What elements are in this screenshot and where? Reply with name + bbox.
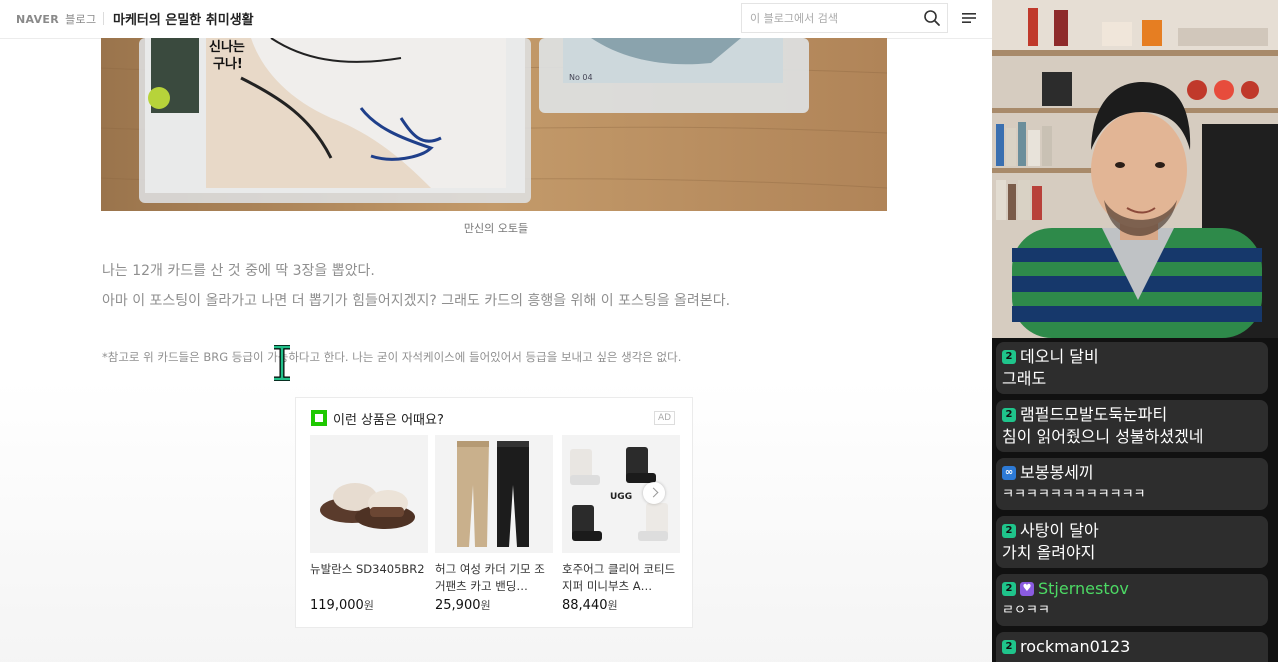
slipper-image: [310, 435, 428, 553]
pants-image: [435, 435, 553, 553]
product-price: 119,000원: [310, 597, 428, 613]
chat-text: 그래도: [1002, 369, 1047, 388]
product-name[interactable]: 허그 여성 카더 기모 조거팬츠 카고 밴딩…: [435, 561, 553, 595]
price-unit: 원: [607, 599, 618, 612]
photo-caption: 만신의 오토들: [463, 222, 529, 235]
header-divider: [103, 12, 104, 25]
post-note: *참고로 위 카드들은 BRG 등급이 가능하다고 한다. 나는 굳이 자석케이…: [102, 350, 682, 364]
chat-username[interactable]: 데오니 달비: [1020, 346, 1099, 368]
brand-mark: UGG: [610, 492, 632, 502]
subscriber-badge-icon: 2: [1002, 582, 1016, 596]
chat-message: 2 램펄드모발도둑눈파티 침이 읽어줬으니 성불하셨겠네: [996, 400, 1268, 452]
chat-text: 침이 읽어줬으니 성불하셨겠네: [1002, 427, 1204, 446]
blog-pane: NAVER 블로그 마케터의 은밀한 취미생활 이 블로그에서 검색 신나는 구…: [0, 0, 992, 662]
product-name[interactable]: 뉴발란스 SD3405BR2: [310, 561, 428, 595]
product-image[interactable]: [435, 435, 553, 553]
chat-text: 가치 올려야지: [1002, 543, 1096, 562]
chat-username[interactable]: 사탕이 달아: [1020, 520, 1099, 542]
next-arrow-icon[interactable]: [643, 482, 665, 504]
price-value: 119,000: [310, 598, 364, 613]
graded-cards-image: 신나는 구나! No 04: [101, 38, 887, 211]
product-card[interactable]: 허그 여성 카더 기모 조거팬츠 카고 밴딩… 25,900원: [435, 435, 553, 613]
chat-message: 2 rockman0123: [996, 632, 1268, 662]
menu-icon[interactable]: [961, 11, 977, 25]
search-icon[interactable]: [923, 9, 941, 27]
subscriber-badge-icon: 2: [1002, 350, 1016, 364]
post-paragraph-2: 아마 이 포스팅이 올라가고 나면 더 뽑기가 힘들어지겠지? 그래도 카드의 …: [102, 293, 731, 309]
chat-username[interactable]: rockman0123: [1020, 636, 1130, 658]
subscriber-badge-icon: 2: [1002, 640, 1016, 654]
comic-text-2: 구나!: [213, 56, 243, 72]
product-price: 88,440원: [562, 597, 680, 613]
heart-badge-icon: ♥: [1020, 582, 1034, 596]
product-name[interactable]: 호주어그 클리어 코티드 지퍼 미니부츠 A…: [562, 561, 680, 595]
post-photo[interactable]: 신나는 구나! No 04: [101, 38, 887, 211]
streamer-webcam-image: [992, 0, 1278, 338]
text-cursor-icon: [274, 345, 290, 381]
chat-message: 2 사탕이 달아 가치 올려야지: [996, 516, 1268, 568]
blog-header: NAVER 블로그 마케터의 은밀한 취미생활: [0, 0, 992, 39]
infinity-badge-icon: ∞: [1002, 466, 1016, 480]
ad-title: 이런 상품은 어때요?: [333, 413, 444, 428]
price-unit: 원: [363, 599, 374, 612]
blog-title[interactable]: 마케터의 은밀한 취미생활: [113, 9, 254, 28]
product-card[interactable]: UGG 호주어그 클리어 코티드 지퍼 미니부츠 A… 88,440원: [562, 435, 680, 613]
brand-name: NAVER: [16, 13, 59, 26]
product-card[interactable]: 뉴발란스 SD3405BR2 119,000원: [310, 435, 428, 613]
shopping-logo-icon: [311, 410, 327, 426]
live-chat: 2 데오니 달비 그래도 2 램펄드모발도둑눈파티 침이 읽어줬으니 성불하셨겠네 …: [992, 338, 1278, 662]
price-unit: 원: [480, 599, 491, 612]
chat-text: ㅋㅋㅋㅋㅋㅋㅋㅋㅋㅋㅋㅋ: [1002, 487, 1146, 502]
product-image[interactable]: [310, 435, 428, 553]
subscriber-badge-icon: 2: [1002, 524, 1016, 538]
subscriber-badge-icon: 2: [1002, 408, 1016, 422]
brand-sub: 블로그: [65, 13, 97, 26]
ad-badge[interactable]: AD: [654, 411, 676, 425]
post-paragraph-1: 나는 12개 카드를 산 것 중에 딱 3장을 뽑았다.: [102, 263, 375, 279]
price-value: 25,900: [435, 598, 481, 613]
chat-username[interactable]: 보봉봉세끼: [1020, 462, 1094, 484]
blog-search: [741, 3, 948, 33]
comic-text-1: 신나는: [209, 39, 245, 55]
webcam-view: [992, 0, 1278, 338]
search-input[interactable]: [742, 4, 928, 32]
ad-recommendation-box: 이런 상품은 어때요? AD 뉴발란스 SD3405BR2 119,000원 허…: [295, 397, 693, 628]
naver-blog-logo[interactable]: NAVER 블로그: [16, 11, 96, 27]
chat-username[interactable]: 램펄드모발도둑눈파티: [1020, 404, 1167, 426]
price-value: 88,440: [562, 598, 608, 613]
card-label: No 04: [569, 73, 593, 82]
chat-message: ∞ 보봉봉세끼 ㅋㅋㅋㅋㅋㅋㅋㅋㅋㅋㅋㅋ: [996, 458, 1268, 510]
chat-message: 2 데오니 달비 그래도: [996, 342, 1268, 394]
chat-username[interactable]: Stjernestov: [1038, 578, 1129, 600]
product-price: 25,900원: [435, 597, 553, 613]
chat-text: ㄹㅇㅋㅋ: [1002, 603, 1050, 618]
chat-message: 2 ♥ Stjernestov ㄹㅇㅋㅋ: [996, 574, 1268, 626]
